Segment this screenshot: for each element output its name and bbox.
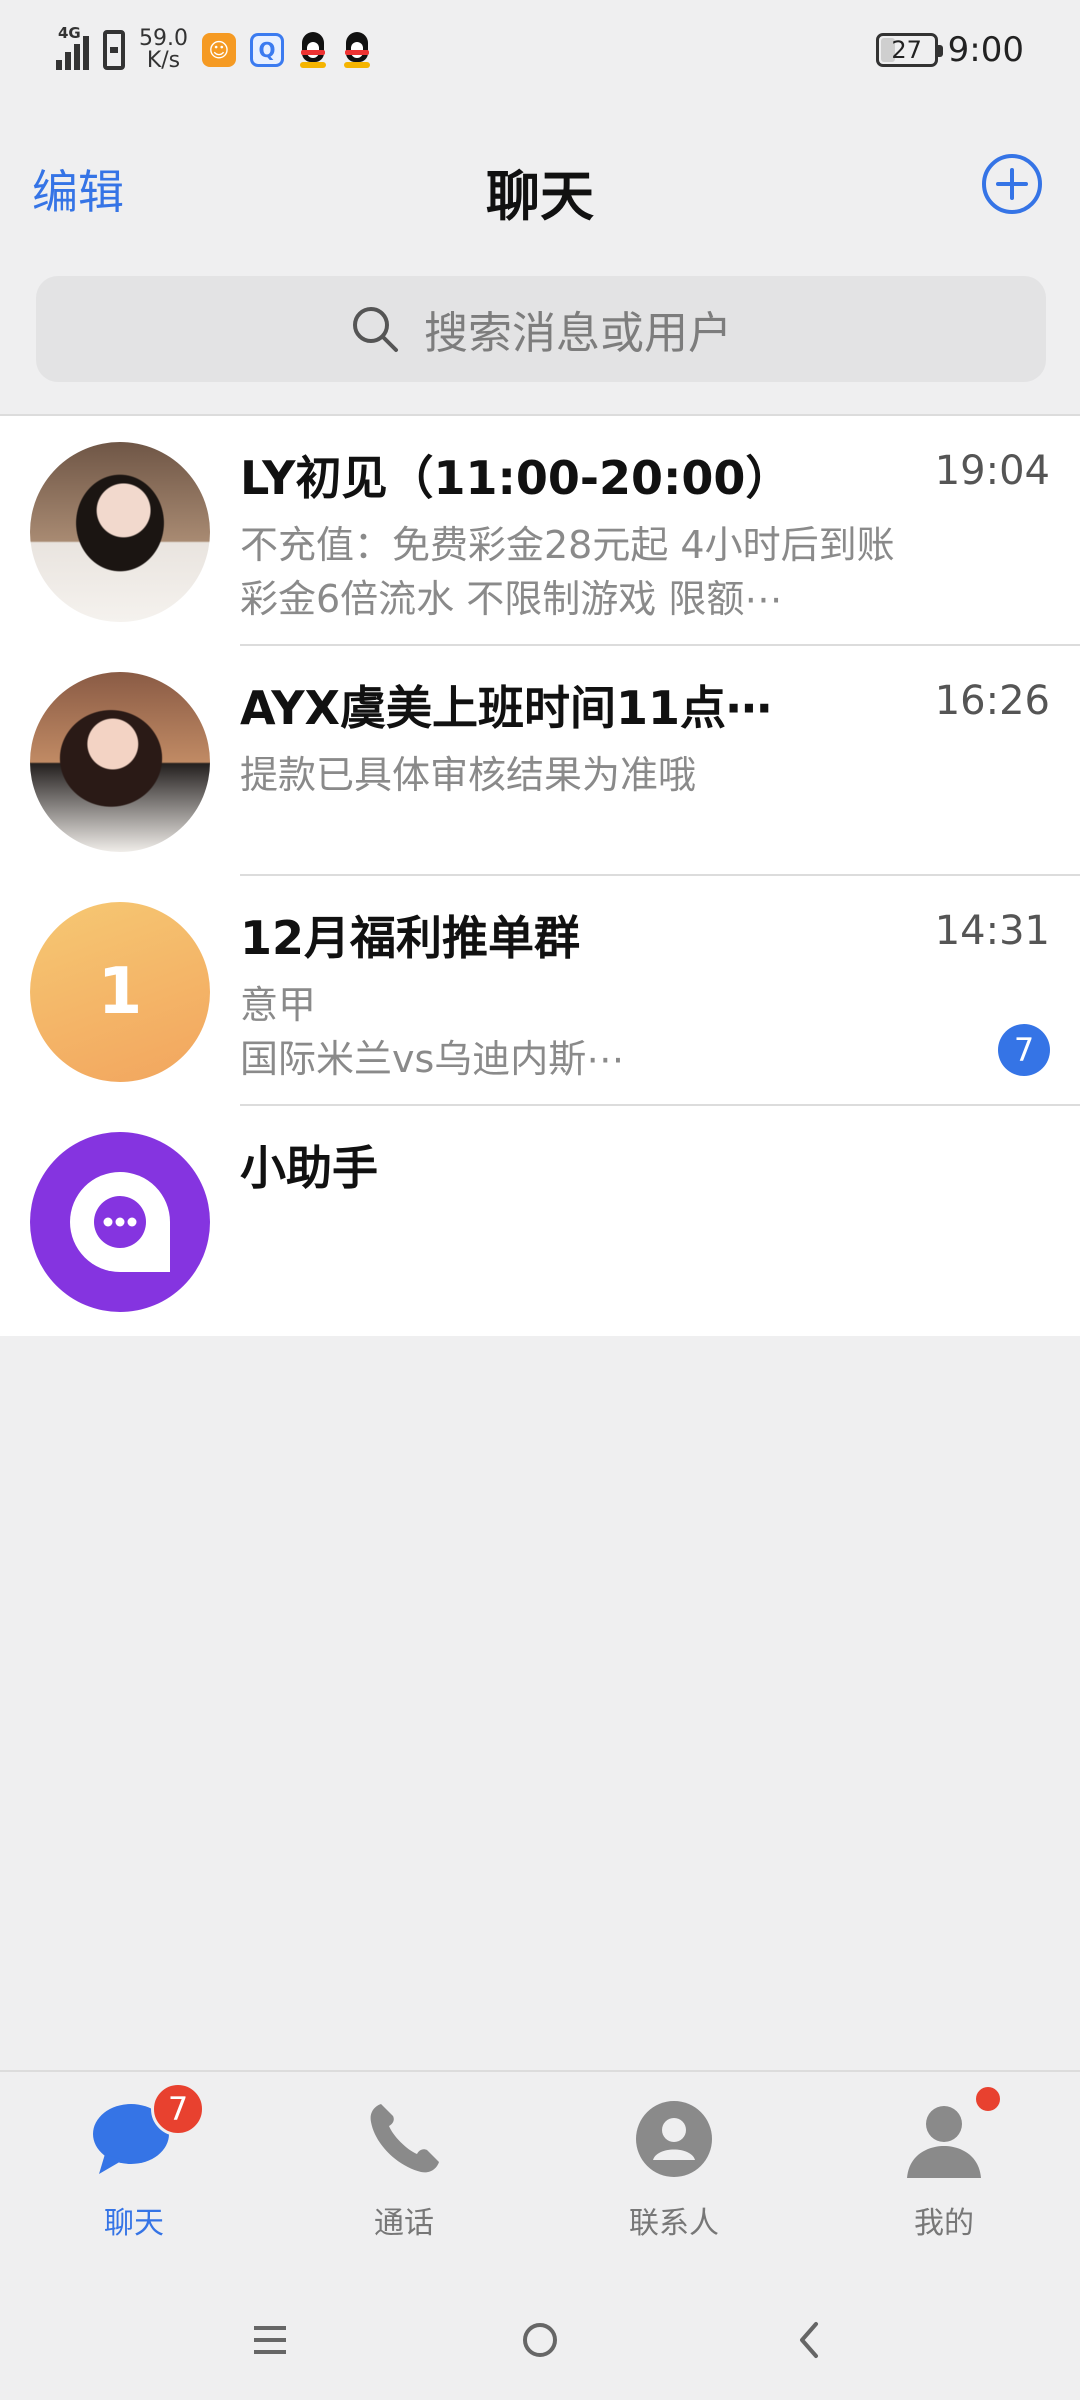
search-icon: [353, 307, 398, 352]
chat-name: AYX虞美上班时间11点⋯: [240, 681, 772, 735]
chat-time: 19:04: [934, 448, 1050, 494]
chat-item-group[interactable]: 1 12月福利推单群 14:31 意甲 国际米兰vs乌迪内斯⋯ 7: [0, 876, 1080, 1106]
home-icon[interactable]: [510, 2310, 570, 2370]
tab-contacts[interactable]: 联系人: [574, 2094, 774, 2242]
phone-icon: [370, 2104, 439, 2173]
search-placeholder: 搜索消息或用户: [424, 308, 732, 359]
tab-label: 聊天: [104, 2206, 164, 2241]
search-input[interactable]: 搜索消息或用户: [36, 276, 1046, 382]
tab-calls[interactable]: 通话: [304, 2094, 504, 2242]
tab-label: 我的: [914, 2206, 974, 2241]
sim-card-icon: [103, 30, 125, 70]
status-bar: 4G 59.0 K/s ☺ Q 27 9:00: [0, 0, 1080, 110]
menu-icon[interactable]: [240, 2310, 300, 2370]
message-app-notification-icon: ☺: [201, 33, 236, 67]
chat-name: 12月福利推单群: [240, 911, 581, 965]
chat-preview: 国际米兰vs乌迪内斯⋯: [240, 1037, 625, 1081]
chat-preview: 意甲: [240, 983, 317, 1027]
chat-unread-badge: 7: [151, 2082, 205, 2136]
assistant-logo-icon: [70, 1172, 170, 1272]
battery-level: 27: [891, 36, 922, 64]
avatar: 1: [30, 902, 210, 1082]
header: 编辑 聊天: [0, 140, 1080, 240]
tab-label: 联系人: [629, 2206, 719, 2241]
avatar: [30, 1132, 210, 1312]
chat-item-helper[interactable]: 小助手: [0, 1106, 1080, 1336]
unread-badge: 7: [998, 1024, 1050, 1076]
back-icon[interactable]: [780, 2310, 840, 2370]
chat-preview: 不充值：免费彩金28元起 4小时后到账: [240, 523, 895, 567]
tab-me[interactable]: 我的: [844, 2084, 1044, 2242]
contact-icon: [636, 2101, 712, 2177]
qq-notification-icon: [342, 32, 372, 68]
network-type-label: 4G: [58, 24, 81, 42]
tab-chat[interactable]: 7 聊天: [34, 2082, 234, 2242]
tab-label: 通话: [374, 2206, 434, 2241]
avatar: [30, 672, 210, 852]
page-title: 聊天: [486, 165, 594, 228]
chat-time: 16:26: [934, 678, 1050, 724]
chat-item-ayx[interactable]: AYX虞美上班时间11点⋯ 16:26 提款已具体审核结果为准哦: [0, 646, 1080, 876]
avatar: [30, 442, 210, 622]
browser-notification-icon: Q: [249, 33, 284, 67]
chat-item-ly[interactable]: LY初见（11:00-20:00） 19:04 不充值：免费彩金28元起 4小时…: [0, 416, 1080, 646]
network-speed: 59.0 K/s: [139, 26, 188, 73]
notification-dot: [973, 2084, 1003, 2114]
clock: 9:00: [947, 30, 1024, 70]
system-nav-bar: [0, 2290, 1080, 2390]
chat-name: LY初见（11:00-20:00）: [240, 451, 792, 505]
chat-list: LY初见（11:00-20:00） 19:04 不充值：免费彩金28元起 4小时…: [0, 414, 1080, 1336]
qq-notification-icon: [298, 32, 328, 68]
bottom-nav: 7 聊天 通话 联系人 我的: [0, 2070, 1080, 2260]
chat-time: 14:31: [934, 908, 1050, 954]
signal-icon: 4G: [56, 24, 89, 70]
battery-icon: 27: [875, 33, 943, 67]
chat-name: 小助手: [240, 1141, 378, 1195]
add-chat-icon[interactable]: [980, 152, 1044, 216]
chat-preview: 彩金6倍流水 不限制游戏 限额⋯: [240, 577, 783, 621]
chat-preview: 提款已具体审核结果为准哦: [240, 753, 697, 797]
